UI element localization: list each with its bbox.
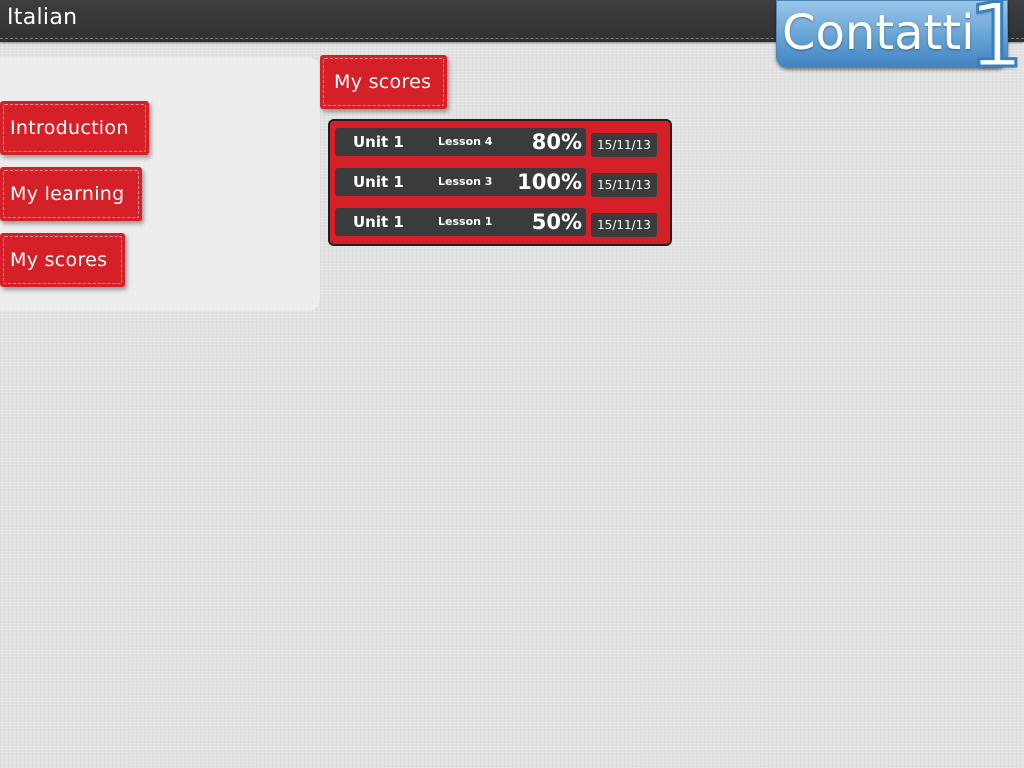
- scores-heading-tab: My scores: [320, 55, 447, 109]
- unit-label: Unit 1: [353, 213, 404, 231]
- score-row[interactable]: Unit 1 Lesson 4 80% 15/11/13: [335, 128, 668, 157]
- score-main-cell: Unit 1 Lesson 1 50%: [335, 208, 586, 236]
- introduction-button[interactable]: Introduction: [0, 101, 149, 155]
- my-learning-button[interactable]: My learning: [0, 167, 142, 221]
- score-row[interactable]: Unit 1 Lesson 1 50% 15/11/13: [335, 208, 668, 237]
- score-percent: 50%: [531, 210, 582, 234]
- my-scores-button[interactable]: My scores: [0, 233, 125, 287]
- my-scores-label: My scores: [10, 249, 108, 271]
- introduction-label: Introduction: [10, 117, 129, 139]
- my-learning-label: My learning: [10, 183, 125, 205]
- scores-table: Unit 1 Lesson 4 80% 15/11/13 Unit 1 Less…: [328, 119, 672, 246]
- score-row[interactable]: Unit 1 Lesson 3 100% 15/11/13: [335, 168, 668, 197]
- logo-number: 1: [967, 0, 1024, 87]
- unit-label: Unit 1: [353, 173, 404, 191]
- logo-text: Contatti: [782, 5, 975, 61]
- score-date: 15/11/13: [591, 213, 657, 237]
- app-title: Italian: [7, 5, 78, 30]
- score-date: 15/11/13: [591, 133, 657, 157]
- score-main-cell: Unit 1 Lesson 4 80%: [335, 128, 586, 156]
- lesson-label: Lesson 3: [438, 175, 493, 188]
- unit-label: Unit 1: [353, 133, 404, 151]
- score-main-cell: Unit 1 Lesson 3 100%: [335, 168, 586, 196]
- score-date: 15/11/13: [591, 173, 657, 197]
- contatti-logo: Contatti 1: [776, 0, 1024, 83]
- score-percent: 80%: [531, 130, 582, 154]
- lesson-label: Lesson 1: [438, 215, 493, 228]
- scores-heading-label: My scores: [334, 71, 432, 93]
- score-percent: 100%: [517, 170, 582, 194]
- lesson-label: Lesson 4: [438, 135, 493, 148]
